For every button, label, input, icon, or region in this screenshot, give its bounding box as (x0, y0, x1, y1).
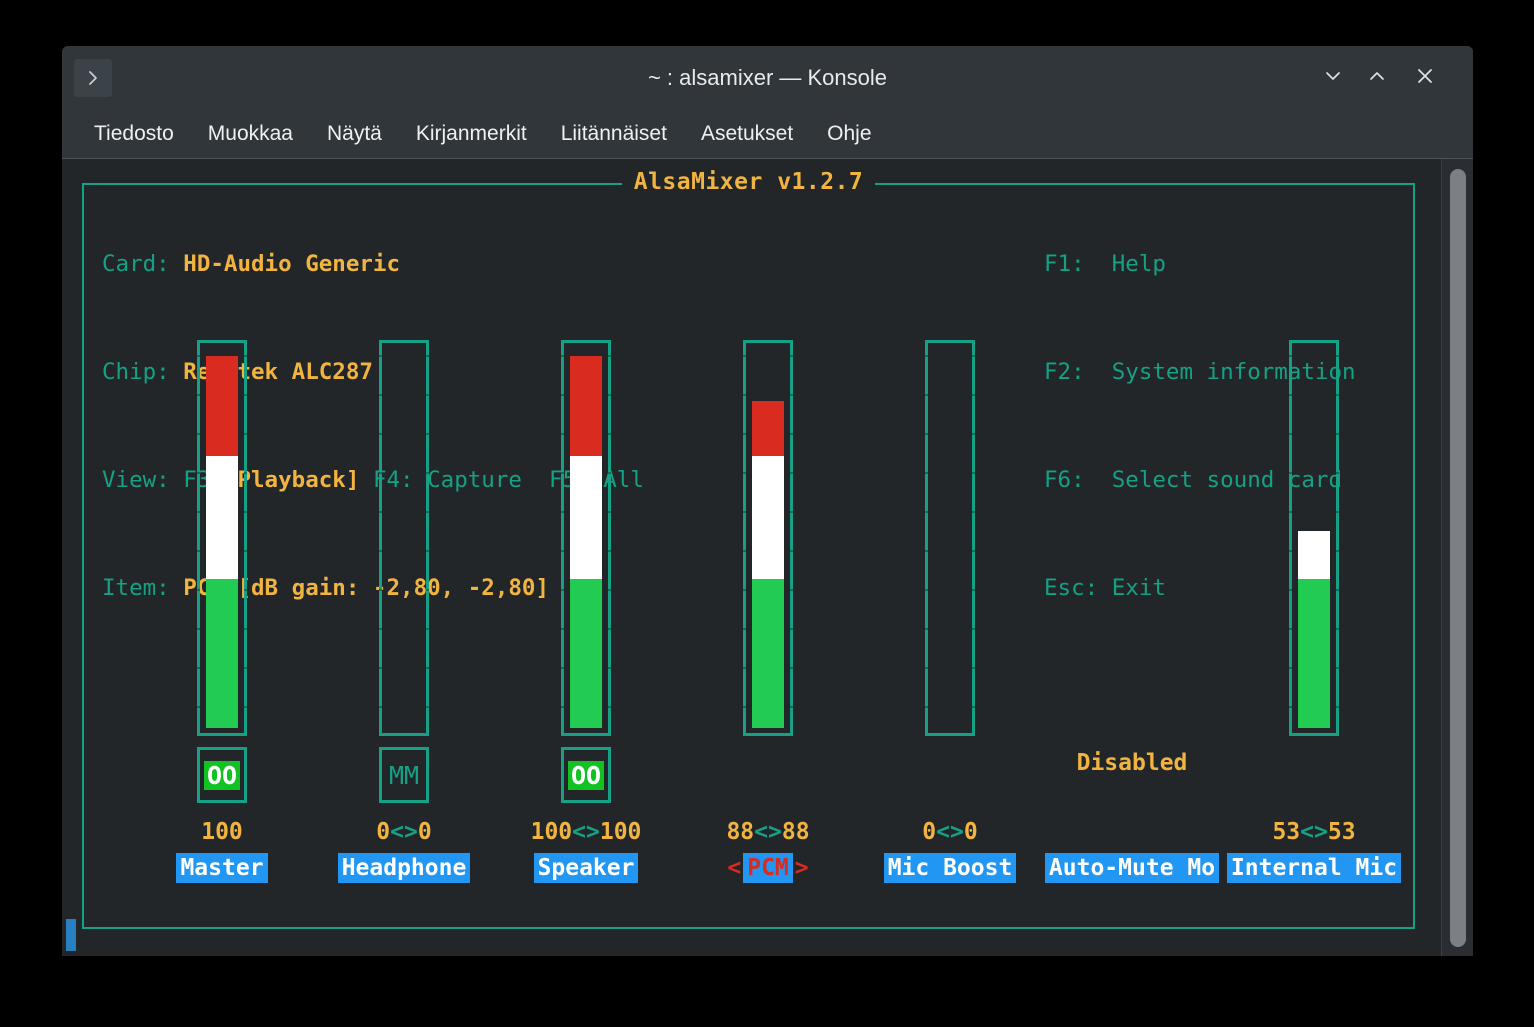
channel-name-row: Internal Mic (1226, 853, 1402, 883)
mute-state-label: OO (567, 760, 605, 790)
volume-bar-fill (752, 356, 784, 728)
volume-segment-white (570, 456, 602, 580)
channel-name-row: Master (142, 853, 302, 883)
channel-value: 0<>0 (922, 819, 978, 845)
scrollbar-thumb[interactable] (1450, 169, 1466, 947)
menu-item-bookmarks[interactable]: Kirjanmerkit (402, 118, 541, 150)
volume-bar[interactable] (743, 340, 793, 736)
channel-name-label[interactable]: Mic Boost (883, 853, 1017, 883)
volume-segment-red (570, 356, 602, 457)
channel-name-row: < PCM > (688, 853, 848, 883)
alsamixer-panel: AlsaMixer v1.2.7 Card: HD-Audio Generic … (82, 169, 1417, 931)
mute-state-label: OO (203, 760, 241, 790)
channel-value: 100 (201, 819, 243, 845)
scroll-left-arrow[interactable]: < (725, 853, 743, 883)
volume-bar[interactable] (197, 340, 247, 736)
terminal-cursor (66, 919, 76, 951)
disabled-label: Disabled (1076, 750, 1188, 776)
close-button[interactable] (1405, 60, 1445, 96)
menu-item-plugins[interactable]: Liitännäiset (547, 118, 681, 150)
channel-value: 100<>100 (530, 819, 642, 845)
channel-name-label[interactable]: PCM (743, 853, 793, 883)
volume-segment-white (206, 456, 238, 580)
volume-segment-green (570, 579, 602, 728)
volume-segment-red (206, 356, 238, 457)
volume-segment-red (752, 400, 784, 457)
volume-segment-green (1298, 579, 1330, 728)
mute-toggle[interactable]: OO (197, 747, 247, 803)
mute-toggle[interactable]: MM (379, 747, 429, 803)
menu-item-view[interactable]: Näytä (313, 118, 396, 150)
window-title: ~ : alsamixer — Konsole (647, 65, 888, 90)
maximize-icon (1366, 65, 1388, 92)
volume-bar[interactable] (925, 340, 975, 736)
channel-name-label[interactable]: Speaker (533, 853, 639, 883)
channel-value: 88<>88 (726, 819, 810, 845)
volume-bar[interactable] (379, 340, 429, 736)
channel-name-label[interactable]: Headphone (337, 853, 471, 883)
channel-name-row: Mic Boost (870, 853, 1030, 883)
mixer-channel-master[interactable]: OO 100 Master (142, 185, 302, 931)
mixer-channel-internal-mic[interactable]: 53<>53 Internal Mic (1226, 185, 1402, 931)
channel-value: 0<>0 (376, 819, 432, 845)
volume-segment-white (752, 456, 784, 580)
channel-name-row: Auto-Mute Mo (1044, 853, 1220, 883)
mixer-channel-pcm[interactable]: 88<>88 < PCM > (688, 185, 848, 931)
channel-name-label[interactable]: Auto-Mute Mo (1044, 853, 1220, 883)
mixer-channel-strips: OO 100 Master MM 0<>0 Headphone OO 100<>100 Spea… (84, 185, 1417, 931)
channel-value: 53<>53 (1272, 819, 1356, 845)
volume-bar-fill (570, 356, 602, 728)
volume-segment-green (752, 579, 784, 728)
menu-item-edit[interactable]: Muokkaa (194, 118, 307, 150)
terminal-area[interactable]: AlsaMixer v1.2.7 Card: HD-Audio Generic … (62, 159, 1473, 956)
minimize-icon (1322, 65, 1344, 92)
mute-toggle[interactable]: OO (561, 747, 611, 803)
volume-bar[interactable] (1289, 340, 1339, 736)
maximize-button[interactable] (1357, 60, 1397, 96)
mixer-channel-mic-boost[interactable]: 0<>0 Mic Boost (870, 185, 1030, 931)
channel-name-row: Headphone (324, 853, 484, 883)
terminal-scrollbar[interactable] (1441, 159, 1473, 956)
menu-item-file[interactable]: Tiedosto (80, 118, 188, 150)
volume-bar-fill (206, 356, 238, 728)
volume-segment-white (1298, 530, 1330, 580)
mixer-channel-auto-mute-mo[interactable]: Disabled Auto-Mute Mo (1044, 185, 1220, 931)
volume-bar-fill (1298, 356, 1330, 728)
close-icon (1413, 64, 1437, 93)
menubar: Tiedosto Muokkaa Näytä Kirjanmerkit Liit… (62, 110, 1473, 159)
menu-item-help[interactable]: Ohje (813, 118, 885, 150)
volume-bar[interactable] (561, 340, 611, 736)
channel-name-label[interactable]: Internal Mic (1226, 853, 1402, 883)
minimize-button[interactable] (1313, 60, 1353, 96)
mixer-channel-speaker[interactable]: OO 100<>100 Speaker (506, 185, 666, 931)
volume-bar-fill (934, 356, 966, 728)
mixer-channel-headphone[interactable]: MM 0<>0 Headphone (324, 185, 484, 931)
konsole-window: ~ : alsamixer — Konsole Tiedosto Muokkaa… (62, 46, 1473, 956)
volume-segment-green (206, 579, 238, 728)
menu-item-settings[interactable]: Asetukset (687, 118, 807, 150)
channel-name-label[interactable]: Master (176, 853, 268, 883)
mute-state-label: MM (388, 760, 420, 790)
channel-name-row: Speaker (506, 853, 666, 883)
scroll-right-arrow[interactable]: > (793, 853, 811, 883)
volume-bar-fill (388, 356, 420, 728)
window-titlebar: ~ : alsamixer — Konsole (62, 46, 1473, 110)
